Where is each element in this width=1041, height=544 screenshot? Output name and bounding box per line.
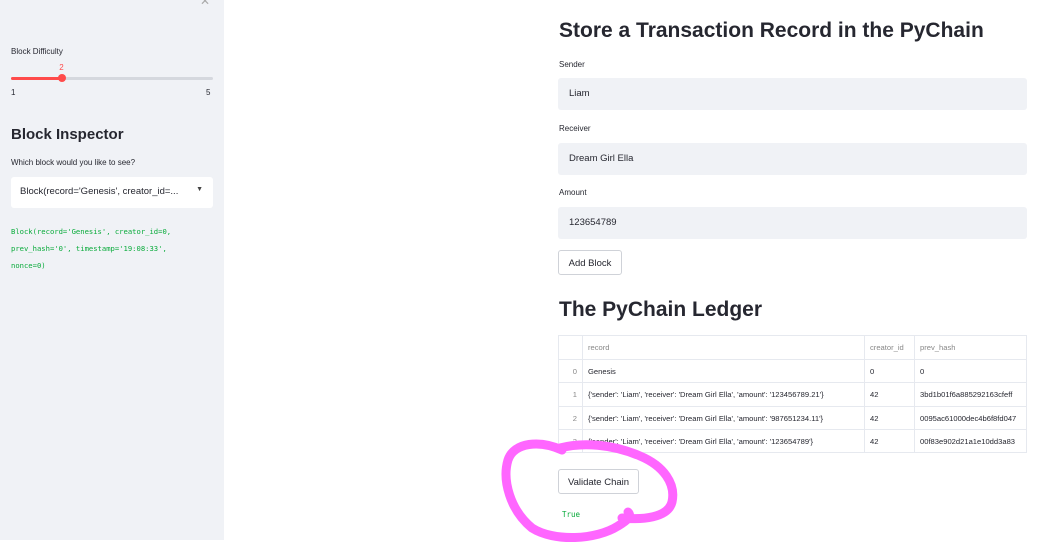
slider-thumb[interactable] — [57, 74, 66, 82]
receiver-label: Receiver — [559, 124, 591, 133]
creator-id-cell[interactable]: 42 — [865, 430, 915, 452]
column-header-creator-id[interactable]: creator_id — [865, 336, 915, 360]
slider-label: Block Difficulty — [11, 47, 63, 56]
block-select-label: Which block would you like to see? — [11, 158, 136, 167]
slider-fill — [11, 77, 62, 80]
ledger-title: The PyChain Ledger — [559, 298, 763, 321]
creator-id-cell[interactable]: 42 — [865, 406, 915, 430]
sender-input[interactable]: Liam — [558, 78, 1027, 110]
table-row: 2 {'sender': 'Liam', 'receiver': 'Dream … — [559, 406, 1026, 431]
slider-value: 2 — [59, 63, 64, 72]
prev-hash-cell[interactable]: 0 — [915, 360, 1026, 384]
row-index: 1 — [559, 383, 583, 407]
block-details-code: Block(record='Genesis', creator_id=0, pr… — [11, 227, 172, 270]
table-row: 0 Genesis 0 0 — [559, 359, 1026, 384]
column-header-prev-hash[interactable]: prev_hash — [915, 336, 1026, 360]
column-header-index — [559, 336, 583, 360]
receiver-input[interactable]: Dream Girl Ella — [558, 143, 1027, 175]
block-select[interactable]: Block(record='Genesis', creator_id=... ▼ — [11, 177, 213, 208]
add-block-button[interactable]: Add Block — [558, 250, 622, 275]
block-select-value: Block(record='Genesis', creator_id=... — [20, 186, 179, 197]
prev-hash-cell[interactable]: 3bd1b01f6a885292163cfeff — [915, 383, 1026, 407]
chevron-down-icon: ▼ — [196, 186, 203, 193]
row-index: 2 — [559, 406, 583, 430]
amount-label: Amount — [559, 188, 587, 197]
sidebar: ✕ Block Difficulty 2 1 5 Block Inspector… — [0, 0, 224, 540]
sender-label: Sender — [559, 60, 585, 69]
record-cell[interactable]: Genesis — [583, 359, 865, 383]
table-row: 1 {'sender': 'Liam', 'receiver': 'Dream … — [559, 383, 1026, 407]
prev-hash-cell[interactable]: 0095ac61000dec4b6f8fd047 — [915, 407, 1026, 431]
block-inspector-title: Block Inspector — [11, 126, 124, 143]
page-title: Store a Transaction Record in the PyChai… — [559, 19, 984, 42]
row-index: 0 — [559, 359, 583, 383]
prev-hash-cell[interactable]: 00f83e902d21a1e10dd3a83 — [915, 430, 1026, 452]
creator-id-cell[interactable]: 0 — [865, 359, 915, 383]
difficulty-slider[interactable]: 2 — [11, 63, 213, 82]
creator-id-cell[interactable]: 42 — [865, 383, 915, 407]
sidebar-close-icon[interactable]: ✕ — [200, 0, 214, 8]
highlight-annotation — [501, 439, 678, 542]
slider-max: 5 — [206, 88, 211, 97]
column-header-record[interactable]: record — [583, 336, 865, 360]
table-header: record creator_id prev_hash — [559, 336, 1026, 360]
record-cell[interactable]: {'sender': 'Liam', 'receiver': 'Dream Gi… — [583, 406, 865, 430]
amount-input[interactable]: 123654789 — [558, 207, 1027, 239]
slider-min: 1 — [11, 88, 16, 97]
record-cell[interactable]: {'sender': 'Liam', 'receiver': 'Dream Gi… — [583, 383, 865, 407]
